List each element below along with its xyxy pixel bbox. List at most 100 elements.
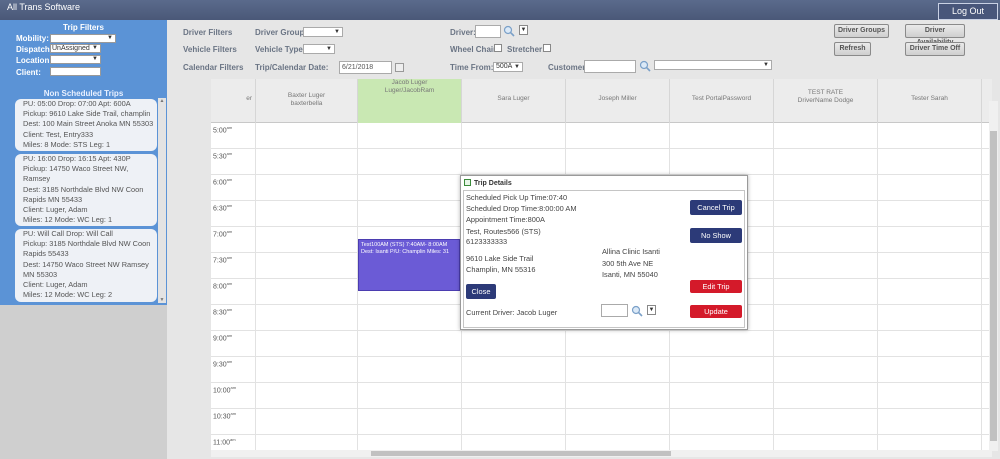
chevron-down-icon: ▼ [648,307,655,313]
scroll-up-icon[interactable]: ▲ [158,98,166,104]
trip-line: PU: Will Call Drop: Will Call [23,229,113,238]
dialog-body: Scheduled Pick Up Time:07:40 Scheduled D… [463,190,745,328]
calendar-filters-label: Calendar Filters [183,63,244,72]
customer-select[interactable]: ▼ [654,60,772,70]
close-button[interactable]: Close [466,284,496,299]
trip-appointment[interactable]: Test100AM (STS) 7:40AM- 8:00AM Dest: Isa… [358,239,460,291]
trip-line: PU: 16:00 Drop: 16:15 Apt: 430P [23,154,131,163]
driver-availability-button[interactable]: Driver Availability [905,24,965,46]
trip-filters-title: Trip Filters [63,23,104,32]
column-header[interactable]: Test PortalPassword [669,79,773,123]
client-input[interactable] [50,67,101,76]
trip-line: Rapids 55433 [23,249,69,259]
trip-line: Dest: 3185 Northdale Blvd NW Coon [23,184,144,194]
app-title: All Trans Software [7,2,81,12]
trip-card[interactable]: PU: 16:00 Drop: 16:15 Apt: 430P Pickup: … [15,154,157,226]
trip-line: Pickup: 3185 Northdale Blvd NW Coon [23,239,151,249]
column-header[interactable]: Tester Sarah [877,79,981,123]
calendar-icon[interactable] [395,63,404,72]
left-panel: Trip Filters Mobility: ▼ Dispatch: UnAss… [0,20,167,305]
driver-input[interactable] [475,25,501,38]
vehicle-type-label: Vehicle Type: [255,45,306,54]
client-text: Test, Routes566 (STS) [466,227,541,236]
trip-line: Miles: 8 Mode: STS Leg: 1 [23,139,111,149]
driver-group-label: Driver Group: [255,28,308,37]
destination-address-line1: 300 5th Ave NE [602,259,654,268]
trip-line: Dest: 14750 Waco Street NW Ramsey [23,259,149,269]
search-icon[interactable] [631,305,643,317]
destination-name: Allina Clinic Isanti [602,247,660,256]
chevron-down-icon: ▼ [514,64,520,70]
calendar-header: er Baxter Luger baxterbella Jacob Luger Lu… [211,79,992,123]
pickup-address-line1: 9610 Lake Side Trail [466,254,534,263]
search-icon[interactable] [503,25,515,37]
trips-scrollbar[interactable]: ▲ ▼ [158,98,166,303]
driver-groups-button[interactable]: Driver Groups [834,24,889,38]
time-label: 7:00am [213,229,233,239]
trip-card[interactable]: PU: Will Call Drop: Will Call Pickup: 31… [15,229,157,302]
customer-label: Customer: [548,63,589,72]
no-show-button[interactable]: No Show [690,228,742,243]
customer-input[interactable] [584,60,636,73]
wheelchair-checkbox[interactable] [494,44,502,52]
time-from-label: Time From: [450,63,494,72]
horizontal-scrollbar[interactable] [211,450,992,457]
trip-card[interactable]: PU: 05:00 Drop: 07:00 Apt: 600A Pickup: … [15,99,157,151]
scroll-down-icon[interactable]: ▼ [158,297,166,303]
time-label: 7:30am [213,255,233,265]
chevron-down-icon: ▼ [107,35,113,41]
trip-line: Pickup: 9610 Lake Side Trail, champlin [23,109,151,119]
dialog-title: Trip Details [464,179,512,187]
trip-details-icon [464,179,471,186]
trip-line: Ramsey [23,174,51,184]
trip-line: Pickup: 14750 Waco Street NW, [23,164,129,174]
refresh-button[interactable]: Refresh [834,42,871,56]
logout-button[interactable]: Log Out [938,3,998,20]
mobility-label: Mobility: [16,34,49,43]
trip-line: Dest: 100 Main Street Anoka MN 55303 [23,119,154,129]
driver-assign-dropdown[interactable]: ▼ [647,305,656,315]
driver-time-off-button[interactable]: Driver Time Off [905,42,965,56]
cancel-trip-button[interactable]: Cancel Trip [690,200,742,215]
driver-dropdown[interactable]: ▼ [519,25,528,35]
chevron-down-icon: ▼ [763,62,769,68]
location-select[interactable]: ▼ [50,55,101,64]
driver-assign-input[interactable] [601,304,628,317]
driver-group-select[interactable]: ▼ [303,27,343,37]
chevron-down-icon: ▼ [334,29,340,35]
trip-date-input[interactable]: 6/21/2018 [339,61,392,74]
stretcher-label: Stretcher: [507,45,545,54]
chevron-down-icon: ▼ [92,56,98,62]
update-button[interactable]: Update [690,305,742,318]
mobility-select[interactable]: ▼ [50,34,116,43]
location-label: Location: [16,56,52,65]
dispatch-label: Dispatch: [16,45,53,54]
trip-details-dialog: Trip Details Scheduled Pick Up Time:07:4… [460,175,748,330]
column-header[interactable]: TEST RATE DriverName Dodge [773,79,877,123]
edit-trip-button[interactable]: Edit Trip [690,280,742,293]
phone-text: 6123333333 [466,237,508,246]
column-header[interactable]: Baxter Luger baxterbella [255,79,357,123]
time-from-select[interactable]: 500A ▼ [493,62,523,72]
vertical-scrollbar[interactable] [989,101,998,451]
column-header[interactable]: Sara Luger [461,79,565,123]
column-header-selected[interactable]: Jacob Luger Luger/JacobRam [357,79,461,123]
column-header[interactable]: Joseph Miller [565,79,669,123]
search-icon[interactable] [639,60,651,72]
scroll-thumb[interactable] [371,451,671,456]
current-driver-text: Current Driver: Jacob Luger [466,308,558,317]
dispatch-select[interactable]: UnAssigned ▼ [50,44,101,53]
time-label: 11:00am [213,437,236,447]
time-label: 8:00am [213,281,233,291]
driver-label: Driver: [450,28,476,37]
stretcher-checkbox[interactable] [543,44,551,52]
destination-address-line2: Isanti, MN 55040 [602,270,658,279]
vehicle-type-select[interactable]: ▼ [303,44,335,54]
appointment-time-text: Appointment Time:800A [466,215,545,224]
driver-filters-label: Driver Filters [183,28,233,37]
client-label: Client: [16,68,41,77]
chevron-down-icon: ▼ [92,45,98,51]
time-label: 9:00am [213,333,233,343]
pickup-time-text: Scheduled Pick Up Time:07:40 [466,193,568,202]
scroll-thumb[interactable] [990,131,997,441]
